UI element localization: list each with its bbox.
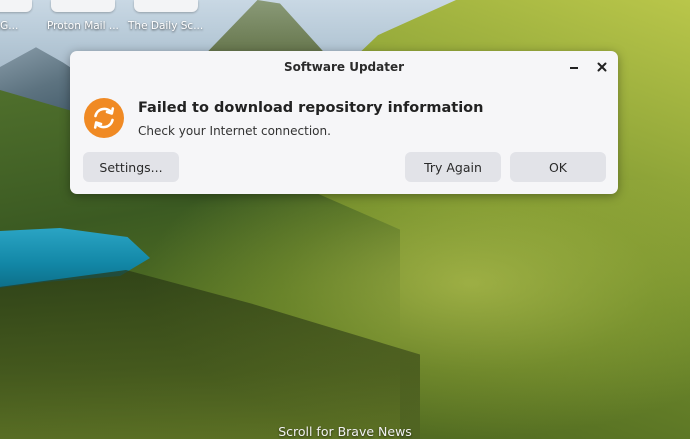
app-tile-icon bbox=[0, 0, 32, 12]
dialog-titlebar[interactable]: Software Updater bbox=[70, 51, 618, 83]
error-subtitle: Check your Internet connection. bbox=[138, 124, 331, 138]
try-again-button[interactable]: Try Again bbox=[405, 152, 501, 182]
minimize-button[interactable] bbox=[564, 58, 584, 76]
ok-button[interactable]: OK bbox=[510, 152, 606, 182]
dialog-content: Failed to download repository informatio… bbox=[70, 83, 618, 138]
shortcut-label: The Daily Sc... bbox=[128, 20, 204, 32]
desktop-background: uckG... Proton Mail ... The Daily Sc... … bbox=[0, 0, 690, 439]
close-button[interactable] bbox=[592, 58, 612, 76]
shortcut-label: uckG... bbox=[0, 20, 19, 32]
scroll-for-brave-news[interactable]: Scroll for Brave News bbox=[0, 424, 690, 439]
close-icon bbox=[597, 62, 607, 72]
software-updater-dialog: Software Updater Failed to download repo… bbox=[70, 51, 618, 194]
error-title: Failed to download repository informatio… bbox=[138, 100, 484, 116]
minimize-icon bbox=[570, 67, 578, 69]
dialog-title: Software Updater bbox=[283, 60, 405, 74]
shortcut-daily-sc[interactable]: The Daily Sc... bbox=[128, 0, 203, 32]
app-tile-icon bbox=[50, 0, 115, 12]
shortcut-proton-mail[interactable]: Proton Mail ... bbox=[47, 0, 119, 32]
settings-button[interactable]: Settings... bbox=[83, 152, 179, 182]
app-tile-icon bbox=[133, 0, 198, 12]
update-refresh-icon bbox=[84, 98, 124, 138]
shortcut-duckduckgo[interactable]: uckG... bbox=[0, 0, 32, 32]
shortcut-label: Proton Mail ... bbox=[47, 20, 119, 32]
